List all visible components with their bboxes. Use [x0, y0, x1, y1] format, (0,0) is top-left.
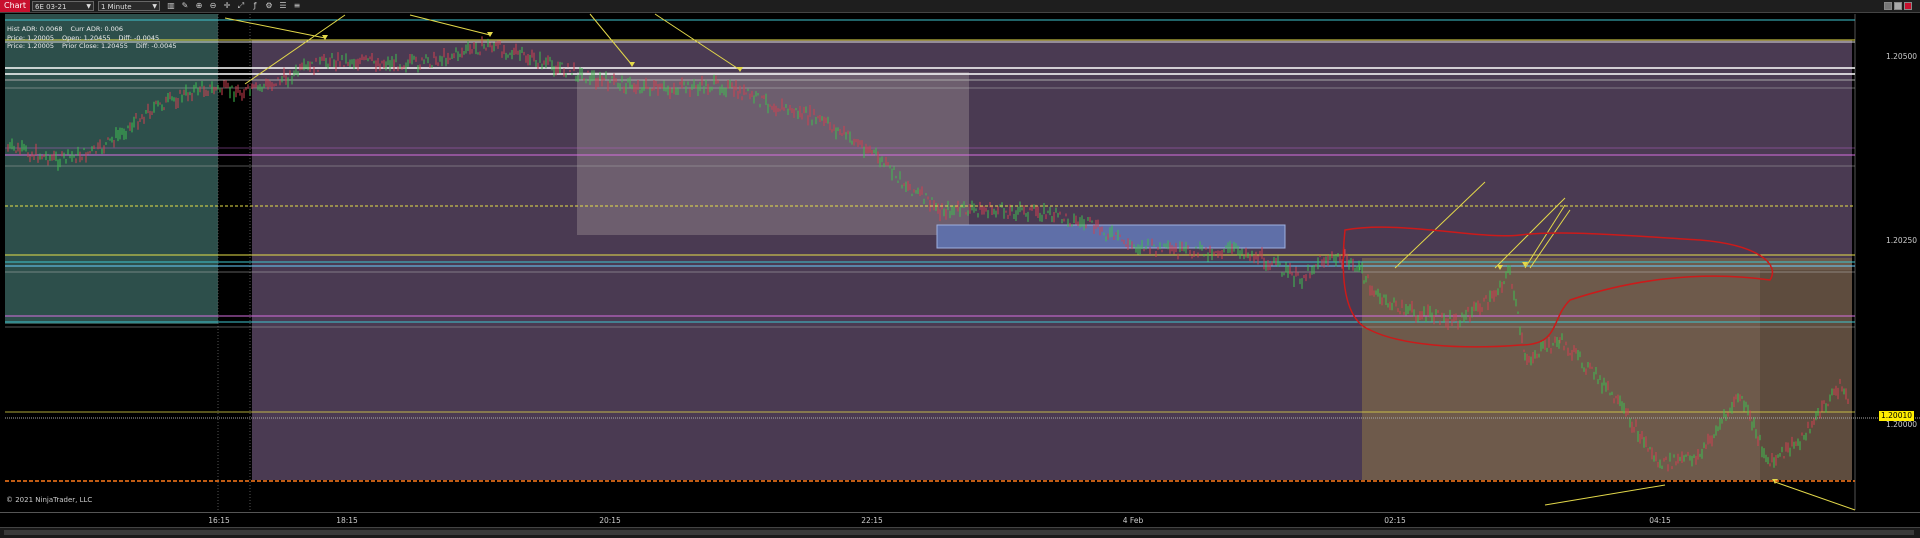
pencil-icon[interactable]: ✎	[180, 1, 190, 11]
x-axis-tick: 04:15	[1649, 516, 1671, 525]
chart-zones	[5, 14, 1852, 480]
range-zone-tan-darker	[1760, 270, 1852, 480]
y-axis-label: 1.20250	[1886, 236, 1918, 245]
chevron-down-icon: ▼	[86, 3, 91, 10]
interval-selector[interactable]: 1 Minute ▼	[98, 1, 160, 11]
hist-adr: Hist ADR: 0.0068	[7, 25, 63, 33]
trend-line	[224, 17, 326, 39]
open-row: Price: 1.20005 Open: 1.20455 Diff: -0.0045	[7, 34, 184, 43]
bars-icon[interactable]: ▥	[166, 1, 176, 11]
diff-value: Diff: -0.0045	[118, 33, 160, 42]
time-axis: 16:15 18:15 20:15 22:15 4 Feb 02:15 04:1…	[0, 512, 1920, 527]
price-value: Price: 1.20005	[7, 42, 54, 50]
x-axis-tick: 16:15	[208, 516, 230, 525]
current-price-marker: 1.20010	[1879, 411, 1915, 421]
y-axis-label: 1.20000	[1886, 420, 1918, 429]
consolidation-box	[936, 224, 1286, 249]
interval-value: 1 Minute	[101, 3, 132, 11]
zoom-in-icon[interactable]: ⊕	[194, 1, 204, 11]
adr-row: Hist ADR: 0.0068 Curr ADR: 0.006	[7, 25, 184, 34]
instrument-selector[interactable]: 6E 03-21 ▼	[32, 1, 94, 11]
range-zone-light	[577, 72, 969, 235]
close-row: Price: 1.20005 Prior Close: 1.20455 Diff: …	[7, 42, 184, 51]
list-icon[interactable]: ≡	[292, 1, 302, 11]
crosshair-icon[interactable]: ✛	[222, 1, 232, 11]
chevron-down-icon: ▼	[152, 3, 157, 10]
price-value: Price: 1.20005	[7, 33, 54, 42]
chart-toolbar: Chart 6E 03-21 ▼ 1 Minute ▼ ▥ ✎ ⊕ ⊖ ✛ ⤢ ƒ …	[0, 0, 1920, 13]
copyright-notice: © 2021 NinjaTrader, LLC	[6, 496, 93, 504]
zoom-out-icon[interactable]: ⊖	[208, 1, 218, 11]
curr-adr: Curr ADR: 0.006	[70, 25, 124, 33]
strategies-icon[interactable]: ⚙	[264, 1, 274, 11]
indicators-icon[interactable]: ƒ	[250, 1, 260, 11]
x-axis-tick: 18:15	[336, 516, 358, 525]
chart-tab[interactable]: Chart	[0, 0, 30, 12]
x-axis-tick: 4 Feb	[1122, 516, 1144, 525]
price-chart[interactable]	[0, 13, 1920, 512]
trend-line	[1544, 484, 1666, 506]
session-zone-teal	[5, 14, 218, 324]
scrollbar-thumb[interactable]	[4, 530, 1914, 535]
trend-line	[1774, 481, 1856, 511]
adr-info-panel: Hist ADR: 0.0068 Curr ADR: 0.006 Price: 1…	[7, 25, 184, 51]
horizontal-scrollbar[interactable]	[0, 527, 1920, 538]
close-button[interactable]	[1904, 2, 1912, 10]
y-axis-label: 1.20500	[1886, 52, 1918, 61]
minimize-button[interactable]	[1884, 2, 1892, 10]
open-value: Open: 1.20455	[62, 33, 111, 42]
drawing-tools-icon[interactable]: ⤢	[236, 1, 246, 11]
instrument-value: 6E 03-21	[35, 3, 67, 11]
trend-line	[409, 14, 491, 36]
diff-value: Diff: -0.0045	[135, 42, 177, 50]
x-axis-tick: 02:15	[1384, 516, 1406, 525]
properties-icon[interactable]: ☰	[278, 1, 288, 11]
x-axis-tick: 20:15	[599, 516, 621, 525]
maximize-button[interactable]	[1894, 2, 1902, 10]
prior-close-value: Prior Close: 1.20455	[62, 42, 128, 50]
x-axis-tick: 22:15	[861, 516, 883, 525]
